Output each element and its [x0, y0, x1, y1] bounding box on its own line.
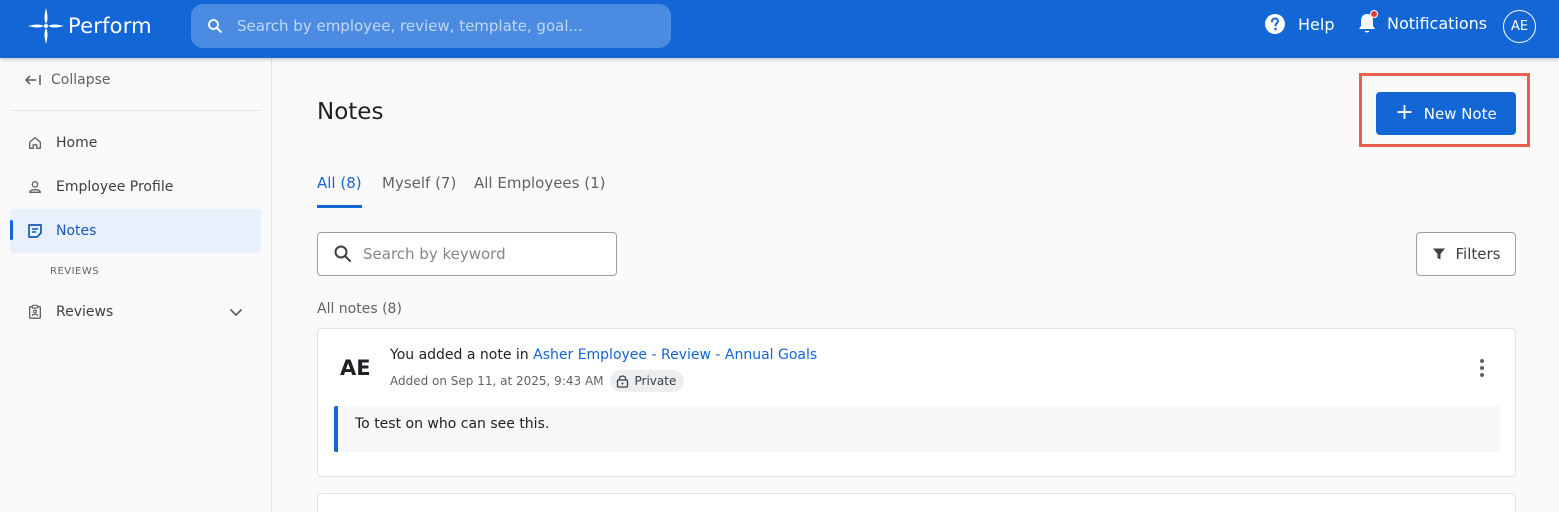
page-title: Notes: [317, 99, 384, 125]
sidebar-item-label: Notes: [56, 223, 97, 239]
help-icon: [1265, 14, 1285, 34]
note-card: AE You added a note in Asher Employee - …: [317, 328, 1516, 477]
filter-icon: [1432, 248, 1445, 260]
notification-dot: [1370, 10, 1378, 18]
sidebar-item-label: Reviews: [56, 304, 114, 320]
note-text: To test on who can see this.: [355, 416, 550, 432]
filters-label: Filters: [1455, 245, 1501, 263]
bell-icon: [1356, 10, 1378, 35]
note-added-on: Added on Sep 11, at 2025, 9:43 AM: [390, 374, 604, 388]
sidebar: Collapse Home Employee Profile Notes REV…: [0, 58, 272, 512]
lock-icon: [616, 375, 628, 388]
active-indicator: [10, 220, 13, 240]
sidebar-item-employee-profile[interactable]: Employee Profile: [10, 165, 261, 209]
notifications-label: Notifications: [1387, 13, 1488, 33]
search-icon: [208, 19, 222, 33]
search-icon: [334, 245, 351, 262]
private-badge-label: Private: [634, 374, 677, 388]
home-icon: [26, 134, 44, 152]
notifications-button[interactable]: Notifications: [1356, 10, 1488, 35]
all-notes-count: All notes (8): [317, 301, 402, 317]
keyword-search[interactable]: [317, 232, 617, 276]
keyword-search-input[interactable]: [363, 245, 603, 263]
collapse-label: Collapse: [51, 72, 111, 88]
top-bar: Perform Help Notifications AE: [0, 0, 1559, 58]
app-logo[interactable]: Perform: [24, 6, 152, 46]
sidebar-item-label: Employee Profile: [56, 179, 174, 195]
note-review-link[interactable]: Asher Employee - Review - Annual Goals: [533, 347, 817, 363]
private-badge: Private: [609, 370, 685, 392]
collapse-icon: [24, 75, 41, 85]
help-label: Help: [1298, 14, 1335, 34]
note-card: [317, 493, 1516, 512]
perform-logo-icon: [28, 8, 64, 44]
more-options-icon[interactable]: [1477, 359, 1487, 377]
note-author-initials: AE: [340, 356, 371, 380]
filters-button[interactable]: Filters: [1416, 232, 1516, 276]
chevron-down-icon[interactable]: [229, 305, 243, 319]
notes-icon: [26, 222, 44, 240]
sidebar-section-reviews: REVIEWS: [50, 266, 100, 277]
note-headline-prefix: You added a note in: [390, 347, 534, 363]
sidebar-item-label: Home: [56, 135, 98, 151]
person-icon: [26, 178, 44, 196]
user-avatar[interactable]: AE: [1503, 10, 1536, 43]
note-body: To test on who can see this.: [334, 406, 1500, 452]
new-note-label: New Note: [1423, 104, 1497, 123]
collapse-button[interactable]: Collapse: [24, 72, 111, 88]
note-meta: Added on Sep 11, at 2025, 9:43 AM Privat…: [390, 370, 685, 392]
clipboard-icon: [26, 303, 44, 321]
sidebar-item-home[interactable]: Home: [10, 121, 261, 165]
plus-icon: +: [1395, 99, 1414, 125]
sidebar-item-notes[interactable]: Notes: [10, 209, 261, 253]
tab-all-employees[interactable]: All Employees (1): [474, 174, 605, 192]
sidebar-divider: [10, 110, 262, 111]
app-name: Perform: [68, 14, 152, 38]
global-search-input[interactable]: [237, 17, 637, 35]
note-headline: You added a note in Asher Employee - Rev…: [390, 347, 817, 363]
tab-myself[interactable]: Myself (7): [382, 174, 456, 192]
global-search[interactable]: [191, 4, 671, 48]
new-note-button[interactable]: + New Note: [1376, 92, 1516, 135]
tab-all[interactable]: All (8): [317, 174, 362, 192]
sidebar-item-reviews[interactable]: Reviews: [10, 290, 261, 334]
help-button[interactable]: Help: [1264, 13, 1334, 35]
tab-underline: [317, 205, 362, 208]
